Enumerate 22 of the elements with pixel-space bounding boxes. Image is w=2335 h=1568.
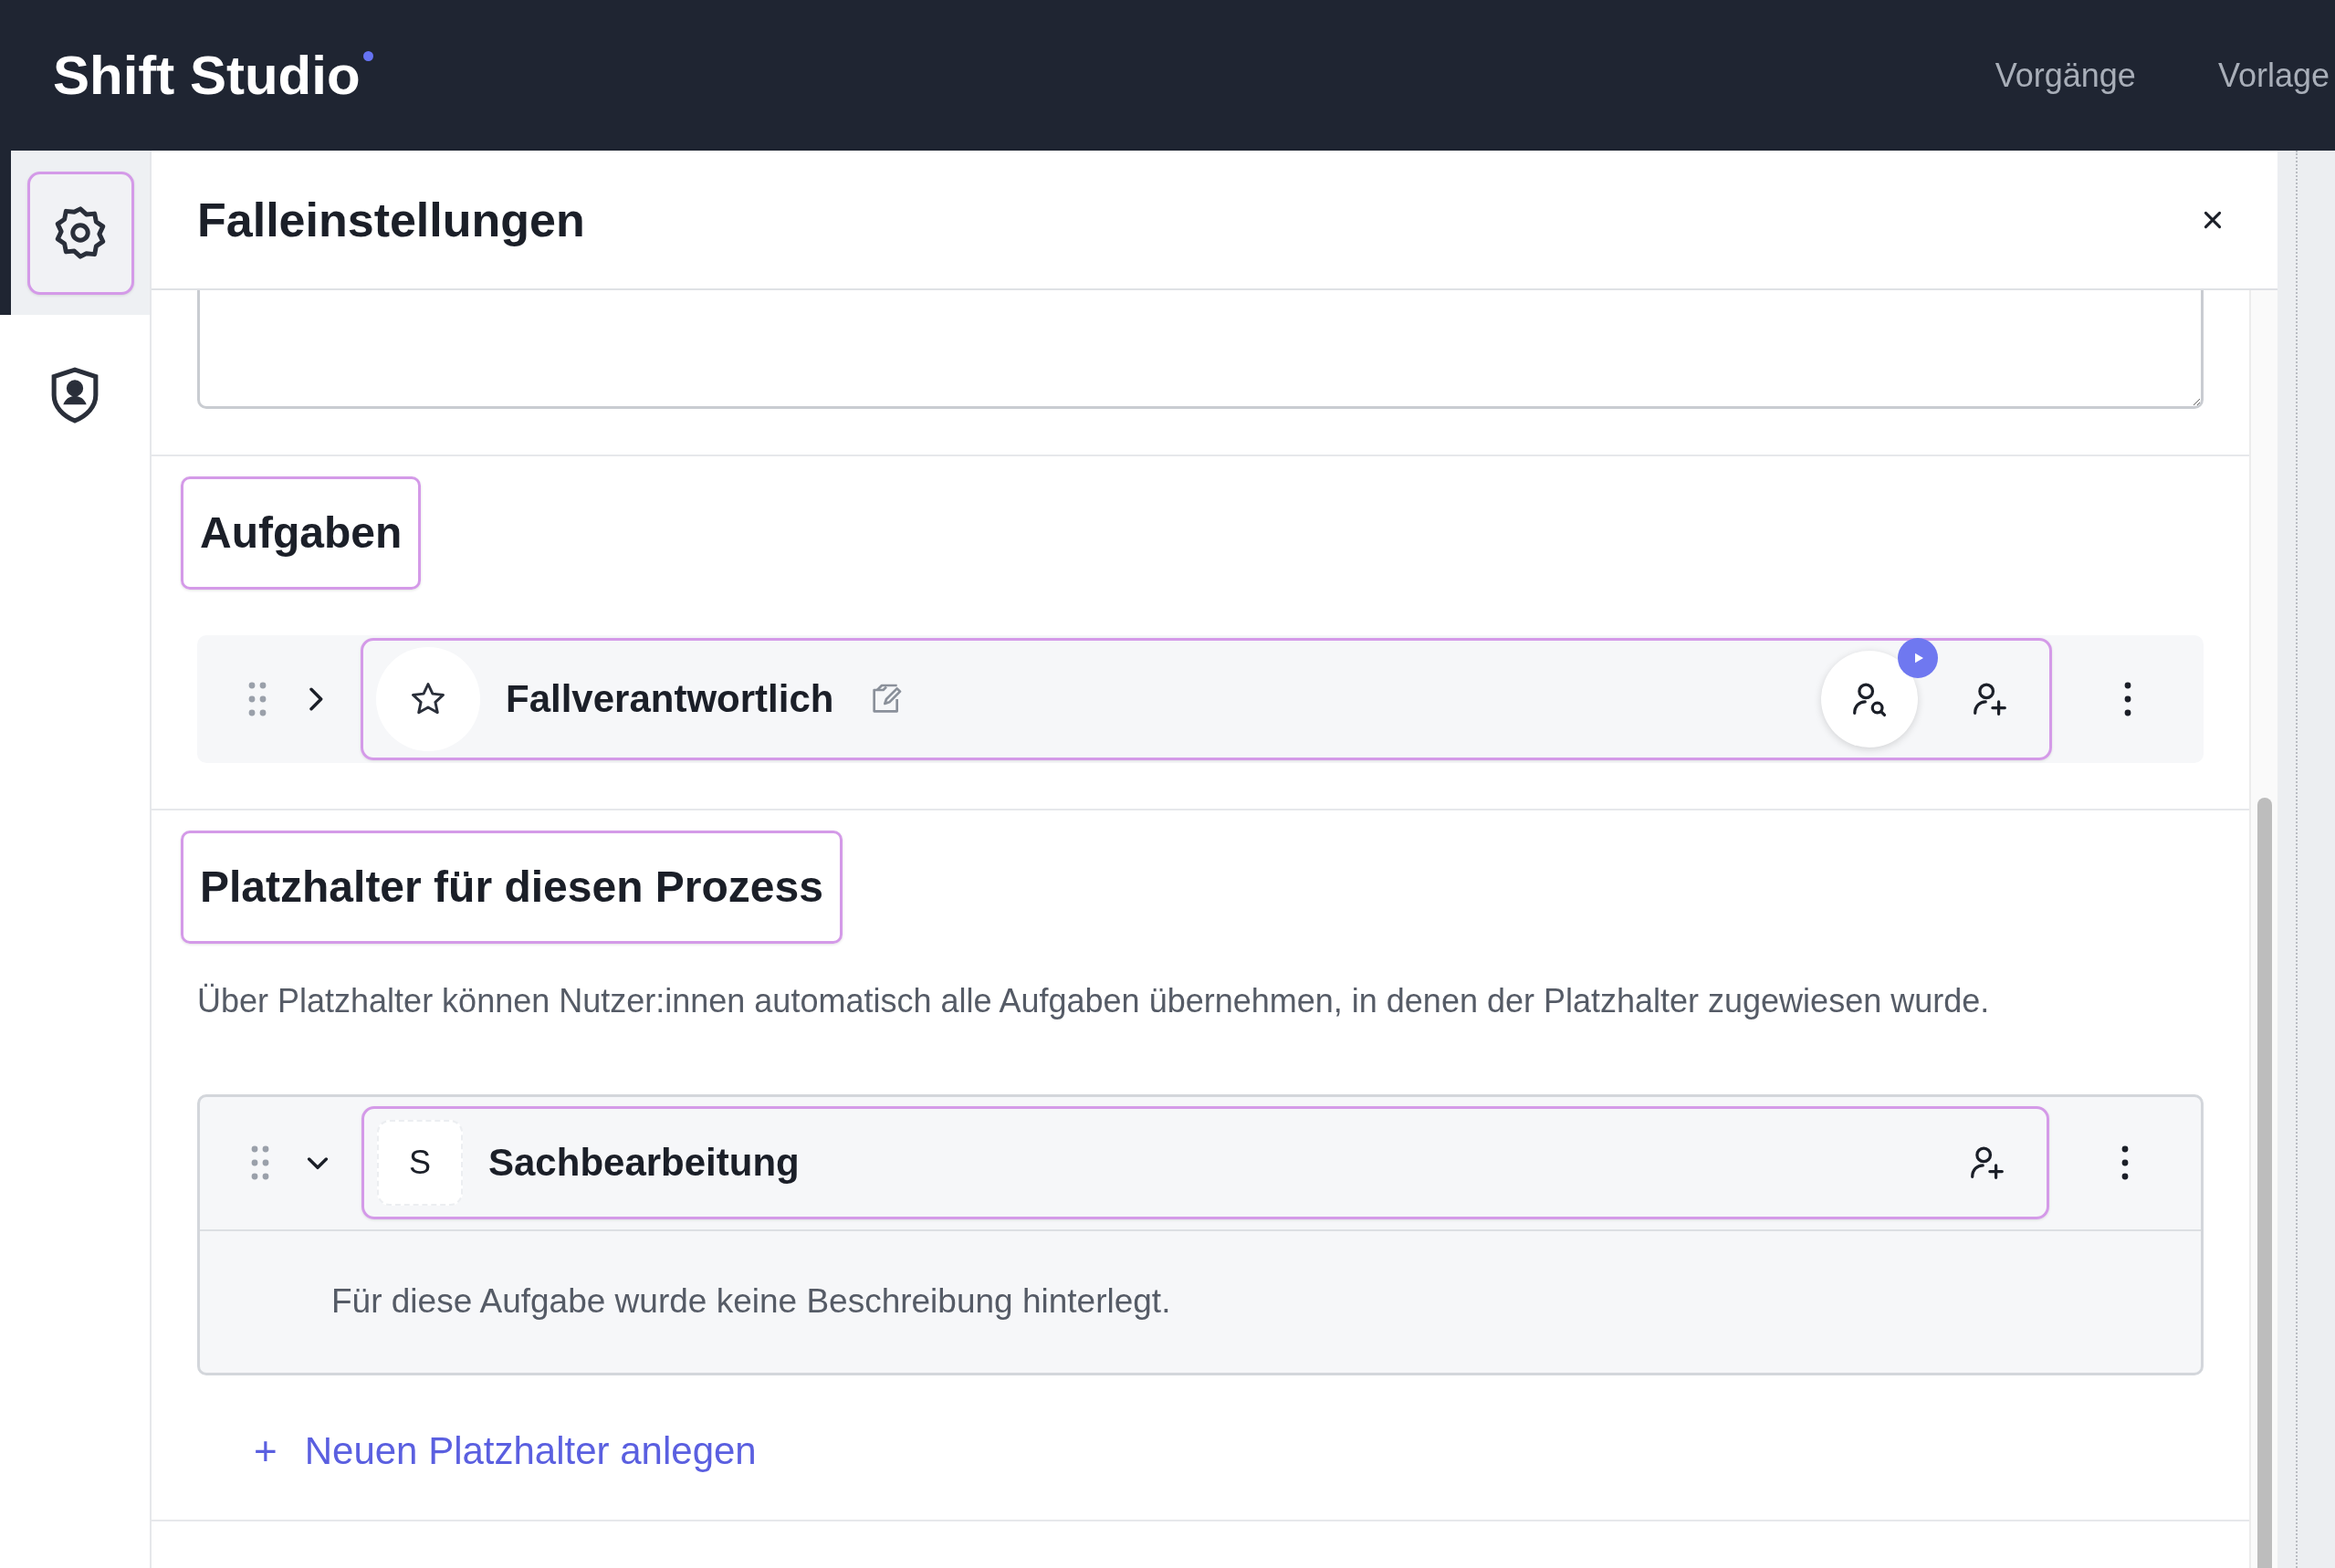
brand-logo: Shift Studio — [53, 44, 373, 107]
add-placeholder-link[interactable]: + Neuen Platzhalter anlegen — [254, 1427, 757, 1474]
task-title: Fallverantwortlich — [506, 677, 834, 721]
placeholder-title: Sachbearbeitung — [488, 1141, 800, 1186]
initial-avatar: S — [377, 1120, 463, 1207]
scrollbar-thumb[interactable] — [2257, 798, 2272, 1568]
find-person-button[interactable] — [1821, 651, 1918, 747]
play-icon[interactable] — [1898, 638, 1938, 678]
more-icon[interactable] — [2120, 1145, 2131, 1182]
settings-button[interactable] — [26, 171, 134, 295]
nav-link[interactable]: Vorlage — [2217, 56, 2330, 95]
more-icon[interactable] — [2122, 681, 2133, 717]
section-heading: Aufgaben — [181, 476, 422, 590]
task-card[interactable]: Fallverantwortlich — [361, 638, 2052, 760]
section-heading: Platzhalter für diesen Prozess — [181, 831, 843, 944]
panel-title: Falleinstellungen — [197, 192, 585, 247]
section-description: Über Platzhalter können Nutzer:innen automatisch alle Aufgaben übernehmen, in denen der Platzhalter zugewiesen wurde. — [197, 981, 1991, 1021]
nav-link[interactable]: Vorgänge — [1995, 56, 2136, 95]
placeholder-description: Für diese Aufgabe wurde keine Beschreibung hinterlegt. — [331, 1282, 1171, 1322]
drag-handle-icon[interactable] — [250, 1145, 270, 1182]
drag-handle-icon[interactable] — [247, 681, 267, 717]
placeholder-row[interactable]: S Sachbearbeitung — [361, 1106, 2049, 1220]
